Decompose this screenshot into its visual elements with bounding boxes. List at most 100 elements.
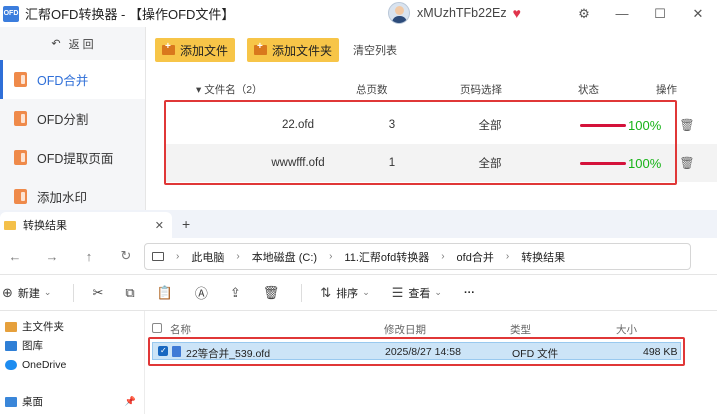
user-area[interactable]: xMUzhTFb22Ez ♥ [388,2,521,24]
cut-icon[interactable]: ✂ [92,285,103,301]
nav-item-label: OneDrive [22,358,67,371]
back-icon: ↶ [51,38,61,50]
nav-item-gallery[interactable]: 图库 [0,336,144,355]
refresh-icon[interactable]: ↻ [111,248,141,264]
nav-item-label: 主文件夹 [22,321,64,333]
column-name[interactable]: 名称 [170,322,191,337]
tab-title: 转换结果 [23,220,67,232]
explorer-window: 转换结果 ✕ + ← → ↑ ↻ › 此电脑 › 本地磁盘 (C:) › 11.… [0,210,717,414]
delete-icon[interactable]: 🗑 [263,285,280,301]
sidebar-item-ofd-split[interactable]: OFD分割 [0,99,145,138]
minimize-button[interactable]: — [603,0,641,27]
add-file-button[interactable]: 添加文件 [155,38,236,62]
command-bar: ⊕ 新建 ⌄ ✂ ⧉ 📋 Ⓐ ⇪ 🗑 ⇅ 排序 ⌄ ☰ 查看 ⌄ ··· [0,275,717,311]
close-button[interactable]: ✕ [679,0,717,27]
ofd-file-icon [14,189,27,204]
settings-icon[interactable]: ⚙ [565,0,603,27]
close-tab-icon[interactable]: ✕ [155,219,164,232]
rename-icon[interactable]: Ⓐ [195,283,208,302]
add-folder-label: 添加文件夹 [272,43,333,58]
select-all-checkbox[interactable] [152,323,162,333]
app-logo: OFD [3,5,19,22]
header-range: 页码选择 [460,83,502,96]
address-bar[interactable]: › 此电脑 › 本地磁盘 (C:) › 11.汇帮ofd转换器 › ofd合并 … [144,243,691,270]
more-options-icon[interactable]: ··· [464,287,475,299]
highlight-box [164,100,677,185]
delete-icon[interactable]: 🗑 [677,156,697,170]
app-title: 汇帮OFD转换器 - 【操作OFD文件】 [25,7,235,22]
delete-icon[interactable]: 🗑 [677,118,697,132]
header-op: 操作 [656,83,677,96]
share-icon[interactable]: ⇪ [230,285,241,301]
new-label: 新建 [17,287,40,300]
header-pages: 总页数 [356,83,388,96]
folder-icon [4,220,16,230]
back-label: 返 回 [68,38,94,51]
column-size[interactable]: 大小 [616,322,637,337]
header-filename[interactable]: ▾ 文件名（2） [196,82,263,97]
add-folder-button[interactable]: 添加文件夹 [247,38,340,62]
sidebar-item-ofd-merge[interactable]: OFD合并 [0,60,145,99]
ofd-file-icon [14,150,27,165]
chevron-down-icon: ⌄ [434,287,442,297]
window-controls: ⚙ — ☐ ✕ [565,0,717,27]
new-button[interactable]: ⊕ 新建 ⌄ [2,285,51,301]
breadcrumb-this-pc[interactable]: 此电脑 [191,249,224,265]
pin-icon[interactable]: 📌 [125,396,136,407]
navigation-pane: 主文件夹 图库 OneDrive 桌面 📌 [0,311,145,414]
username: xMUzhTFb22Ez [417,6,507,20]
breadcrumb-result-folder[interactable]: 转换结果 [521,249,565,265]
avatar[interactable] [388,2,410,24]
breadcrumb-merge-folder[interactable]: ofd合并 [457,249,494,265]
gallery-icon [5,340,17,351]
new-tab-button[interactable]: + [182,216,190,232]
breadcrumb-app-folder[interactable]: 11.汇帮ofd转换器 [344,249,429,265]
nav-item-home[interactable]: 主文件夹 [0,317,144,336]
forward-arrow-icon[interactable]: → [37,249,67,264]
tab-bar: 转换结果 ✕ + [0,210,717,238]
breadcrumb-local-disk[interactable]: 本地磁盘 (C:) [252,249,317,265]
vip-heart-icon[interactable]: ♥ [513,5,521,21]
main-toolbar: 添加文件 添加文件夹 清空列表 [155,38,397,62]
file-table: ▾ 文件名（2） 总页数 页码选择 状态 操作 22.ofd 3 全部 100%… [148,78,717,182]
tab-conversion-result[interactable]: 转换结果 ✕ [0,212,172,238]
navigation-bar: ← → ↑ ↻ › 此电脑 › 本地磁盘 (C:) › 11.汇帮ofd转换器 … [0,238,717,275]
sort-button[interactable]: ⇅ 排序 ⌄ [320,285,369,301]
column-modified[interactable]: 修改日期 [384,322,426,337]
back-button[interactable]: ↶ 返 回 [0,27,145,60]
view-icon: ☰ [391,284,404,300]
add-file-label: 添加文件 [180,43,229,58]
back-arrow-icon[interactable]: ← [0,249,30,264]
file-list-header: 名称 修改日期 类型 大小 [146,319,686,337]
paste-icon: 📋 [156,284,173,300]
sidebar-item-label: 添加水印 [37,191,88,205]
view-label: 查看 [408,287,431,300]
sidebar-item-ofd-extract[interactable]: OFD提取页面 [0,138,145,177]
nav-item-label: 桌面 [22,396,43,408]
nav-item-desktop[interactable]: 桌面 📌 [0,392,144,411]
ofd-file-icon [14,111,27,126]
maximize-button[interactable]: ☐ [641,0,679,27]
nav-item-label: 图库 [22,340,43,352]
nav-item-onedrive[interactable]: OneDrive [0,355,144,374]
up-arrow-icon[interactable]: ↑ [74,249,104,264]
column-type[interactable]: 类型 [510,322,531,337]
computer-icon [152,252,164,261]
sort-icon: ⇅ [320,284,332,300]
ofd-file-icon [14,72,27,87]
add-file-icon [162,41,175,55]
table-header: ▾ 文件名（2） 总页数 页码选择 状态 操作 [148,78,717,100]
home-icon [5,321,17,332]
copy-icon[interactable]: ⧉ [125,285,134,301]
sidebar-item-label: OFD分割 [37,113,89,127]
sidebar-item-label: OFD提取页面 [37,152,114,166]
header-status: 状态 [578,83,599,96]
sort-label: 排序 [336,287,359,300]
app-titlebar: OFD 汇帮OFD转换器 - 【操作OFD文件】 xMUzhTFb22Ez ♥ … [0,0,717,27]
desktop-icon [5,396,17,407]
chevron-down-icon: ⌄ [362,287,370,297]
clear-list-button[interactable]: 清空列表 [353,42,397,58]
view-button[interactable]: ☰ 查看 ⌄ [392,285,442,301]
add-folder-icon [254,41,268,55]
app-sidebar: ↶ 返 回 OFD合并 OFD分割 OFD提取页面 添加水印 [0,27,146,210]
